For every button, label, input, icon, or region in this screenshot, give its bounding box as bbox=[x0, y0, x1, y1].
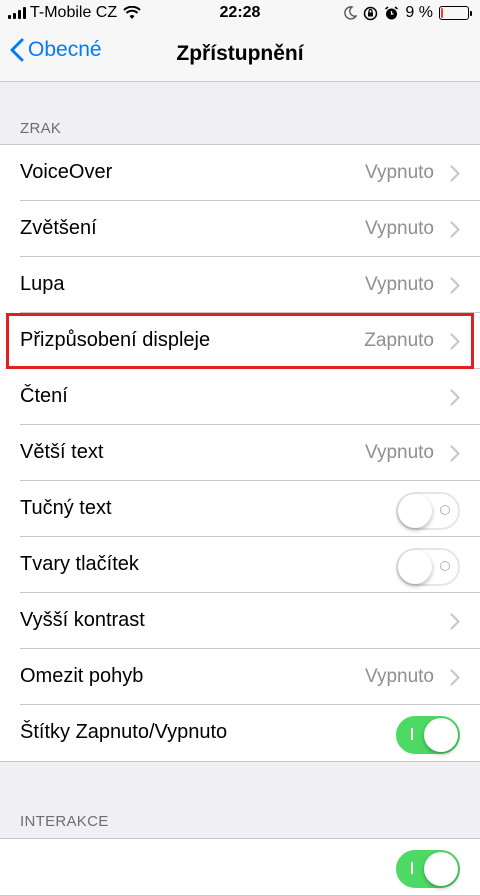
section-header-zrak: ZRAK bbox=[20, 120, 62, 137]
toggle-switch[interactable] bbox=[396, 492, 460, 530]
chevron-right-icon bbox=[450, 389, 460, 411]
chevron-right-icon bbox=[450, 277, 460, 299]
settings-row-value: Vypnuto bbox=[364, 162, 434, 183]
page-title: Zpřístupnění bbox=[176, 42, 304, 65]
toggle-switch[interactable] bbox=[396, 850, 460, 888]
navigation-bar: Obecné Zpřístupnění bbox=[0, 28, 480, 82]
alarm-icon bbox=[385, 5, 399, 19]
toggle-knob bbox=[398, 550, 432, 584]
battery-icon bbox=[439, 6, 472, 20]
chevron-right-icon bbox=[450, 613, 460, 635]
settings-row-label: Lupa bbox=[20, 273, 65, 295]
toggle-switch[interactable] bbox=[396, 716, 460, 754]
settings-row-label: Vyšší kontrast bbox=[20, 609, 145, 631]
settings-group-interakce bbox=[0, 838, 480, 896]
settings-row[interactable]: Omezit pohyb Vypnuto bbox=[0, 649, 480, 705]
settings-row-value: Vypnuto bbox=[364, 666, 434, 687]
settings-row[interactable]: Vyšší kontrast bbox=[0, 593, 480, 649]
settings-row[interactable]: Lupa Vypnuto bbox=[0, 257, 480, 313]
settings-row-label: Tučný text bbox=[20, 497, 112, 519]
settings-row: Štítky Zapnuto/Vypnuto bbox=[0, 705, 480, 761]
settings-row[interactable]: Větší text Vypnuto bbox=[0, 425, 480, 481]
settings-row-label: Zvětšení bbox=[20, 217, 97, 239]
battery-percent: 9 % bbox=[405, 4, 433, 21]
moon-icon bbox=[344, 6, 358, 20]
toggle-knob bbox=[424, 852, 458, 886]
settings-row-value: Zapnuto bbox=[364, 330, 434, 351]
chevron-right-icon bbox=[450, 165, 460, 187]
settings-row-label: Přizpůsobení displeje bbox=[20, 329, 211, 351]
settings-row: Tučný text bbox=[0, 481, 480, 537]
settings-row: Tvary tlačítek bbox=[0, 537, 480, 593]
settings-row[interactable]: Přizpůsobení displeje Zapnuto bbox=[0, 313, 480, 369]
chevron-right-icon bbox=[450, 333, 460, 355]
chevron-right-icon bbox=[450, 221, 460, 243]
toggle-off-label-icon bbox=[440, 505, 450, 515]
status-bar: T-Mobile CZ 22:28 9 % bbox=[0, 0, 480, 28]
toggle-switch[interactable] bbox=[396, 548, 460, 586]
toggle-knob bbox=[424, 718, 458, 752]
chevron-right-icon bbox=[450, 445, 460, 467]
settings-row-label: Větší text bbox=[20, 441, 104, 463]
settings-row-label: Čtení bbox=[20, 385, 68, 407]
status-right: 9 % bbox=[343, 4, 472, 22]
settings-row-label: Omezit pohyb bbox=[20, 665, 144, 687]
settings-group-zrak: VoiceOver Vypnuto Zvětšení Vypnuto Lupa Vypnu… bbox=[0, 144, 480, 762]
section-header-interakce: INTERAKCE bbox=[20, 813, 109, 830]
toggle-off-label-icon bbox=[440, 561, 450, 571]
settings-row bbox=[0, 839, 480, 895]
settings-row-value: Vypnuto bbox=[364, 218, 434, 239]
settings-row-value: Vypnuto bbox=[364, 274, 434, 295]
settings-row[interactable]: Zvětšení Vypnuto bbox=[0, 201, 480, 257]
rotation-lock-icon bbox=[364, 6, 378, 20]
settings-row-value: Vypnuto bbox=[364, 442, 434, 463]
toggle-on-label-icon bbox=[411, 728, 413, 740]
settings-row-label: Štítky Zapnuto/Vypnuto bbox=[20, 721, 228, 743]
toggle-knob bbox=[398, 494, 432, 528]
settings-row-label: VoiceOver bbox=[20, 161, 113, 183]
toggle-on-label-icon bbox=[411, 862, 413, 874]
settings-row[interactable]: VoiceOver Vypnuto bbox=[0, 145, 480, 201]
chevron-right-icon bbox=[450, 669, 460, 691]
settings-row-label: Tvary tlačítek bbox=[20, 553, 139, 575]
settings-row[interactable]: Čtení bbox=[0, 369, 480, 425]
